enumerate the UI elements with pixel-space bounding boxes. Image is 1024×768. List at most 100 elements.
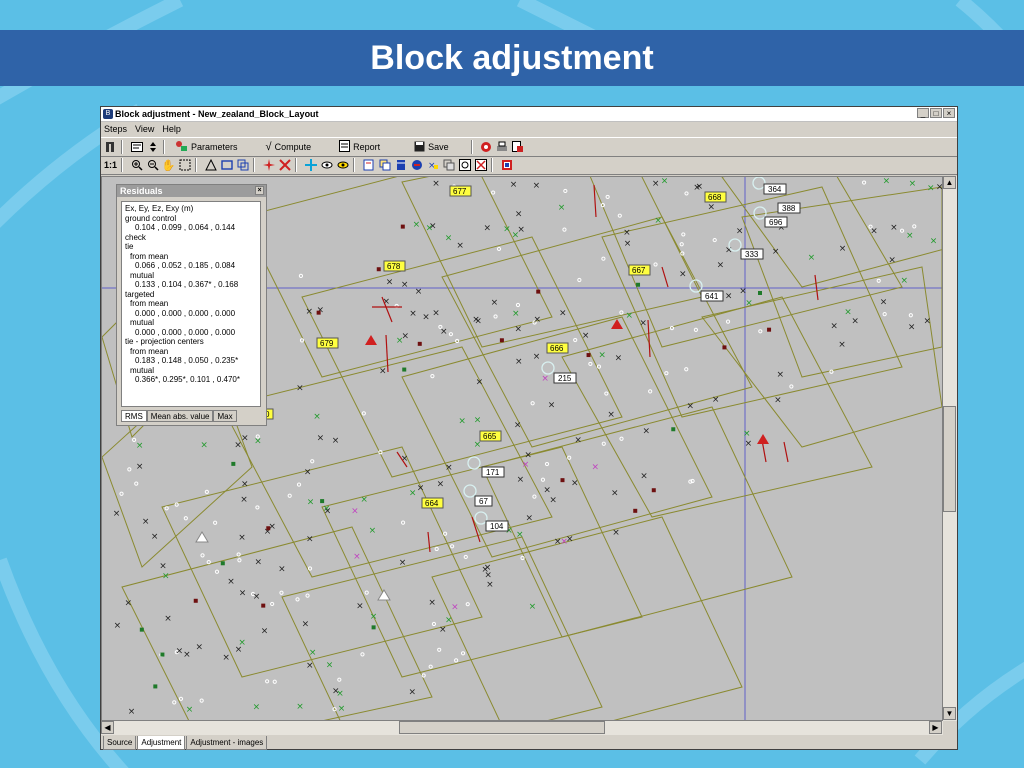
tie-point-mark: × <box>313 412 321 422</box>
compute-button[interactable]: √ Compute <box>266 141 312 153</box>
scroll-right-button[interactable]: ▶ <box>929 721 942 734</box>
scroll-left-button[interactable]: ◀ <box>101 721 114 734</box>
tie-point-mark <box>463 554 468 560</box>
tie-point-mark <box>400 520 406 525</box>
window-title: Block adjustment - New_zealand_Block_Lay… <box>115 109 319 119</box>
zoom-one-to-one-button[interactable]: 1:1 <box>104 159 117 172</box>
tie-point-mark <box>139 627 144 632</box>
tie-point-mark: × <box>686 401 694 411</box>
tie-point-mark <box>688 479 693 484</box>
menu-steps[interactable]: Steps <box>104 124 127 134</box>
tab-max[interactable]: Max <box>213 410 237 422</box>
horizontal-scroll-thumb[interactable] <box>399 721 605 734</box>
close-icon[interactable]: × <box>255 186 264 195</box>
point-marker-icon[interactable]: × <box>426 159 439 172</box>
tie-point-mark: × <box>484 223 492 233</box>
tie-point-mark: × <box>422 312 430 322</box>
tie-point-mark <box>758 290 763 295</box>
zoom-in-icon[interactable] <box>130 159 143 172</box>
tie-point-mark <box>651 488 656 493</box>
tie-pc-mutual-values: 0.366*, 0.295*, 0.101 , 0.470* <box>135 375 240 384</box>
tie-point-mark: × <box>512 231 520 241</box>
tie-point-mark: × <box>529 602 537 612</box>
tie-point-mark <box>882 311 887 317</box>
tab-source[interactable]: Source <box>103 736 137 750</box>
overlap-frames-icon[interactable] <box>236 159 249 172</box>
burst-icon[interactable] <box>262 159 275 172</box>
refresh-icon[interactable] <box>480 141 493 154</box>
tie-point-mark <box>270 601 275 607</box>
tie-point-mark <box>153 684 158 689</box>
tie-point-mark <box>684 191 689 196</box>
print-icon[interactable] <box>496 141 509 154</box>
tie-point-mark <box>231 461 236 466</box>
tie-point-mark <box>206 560 211 565</box>
tie-point-mark <box>320 499 325 504</box>
globe-icon[interactable] <box>410 159 423 172</box>
report-icon <box>339 140 351 154</box>
report-button[interactable]: Report <box>339 140 380 154</box>
tie-point-mark: × <box>900 276 908 286</box>
vertical-scrollbar[interactable]: ▲ ▼ <box>943 176 957 721</box>
steps-icon[interactable] <box>104 141 117 154</box>
tie-point-mark: × <box>514 325 522 335</box>
image-frame-icon[interactable] <box>220 159 233 172</box>
menu-view[interactable]: View <box>135 124 154 134</box>
edit-doc-icon[interactable] <box>362 159 375 172</box>
layers-icon[interactable] <box>500 159 513 172</box>
eye-color-icon[interactable] <box>336 159 349 172</box>
tie-point-mark <box>199 698 204 703</box>
red-cross-icon[interactable] <box>278 159 291 172</box>
pan-hand-icon[interactable]: ✋ <box>162 159 176 172</box>
menu-help[interactable]: Help <box>162 124 181 134</box>
tie-point-mark: × <box>304 468 312 478</box>
close-button[interactable]: × <box>943 108 955 118</box>
tie-point-mark: × <box>517 475 525 485</box>
triangle-icon[interactable] <box>204 159 217 172</box>
crosshair-plus-icon[interactable] <box>304 159 317 172</box>
tie-point-mark: × <box>661 177 669 187</box>
targeted-from-mean-label: from mean <box>130 299 169 308</box>
tie-point-mark <box>465 602 470 607</box>
maximize-button[interactable]: □ <box>930 108 942 118</box>
horizontal-scrollbar[interactable]: ◀ ▶ <box>101 721 943 735</box>
frame-shift-icon[interactable] <box>442 159 455 172</box>
select-rectangle-icon[interactable] <box>178 159 191 172</box>
tie-point-mark <box>567 455 572 460</box>
compute-label: Compute <box>274 142 312 152</box>
export-icon[interactable] <box>512 141 525 154</box>
tab-adjustment-images[interactable]: Adjustment - images <box>186 736 268 750</box>
list-icon[interactable] <box>130 141 143 154</box>
scroll-up-button[interactable]: ▲ <box>943 176 956 189</box>
tie-point-mark <box>279 590 284 595</box>
tie-point-mark <box>272 679 277 684</box>
tab-adjustment[interactable]: Adjustment <box>137 736 186 750</box>
tie-pc-mutual-label: mutual <box>130 365 155 375</box>
parameters-button[interactable]: Parameters <box>175 140 238 154</box>
sort-icon[interactable] <box>146 141 159 154</box>
tie-point-mark <box>617 213 622 218</box>
eye-icon[interactable] <box>320 159 333 172</box>
toolbar-separator <box>121 158 123 172</box>
database-icon[interactable] <box>394 159 407 172</box>
tie-point-mark <box>132 437 137 442</box>
tie-point-mark: × <box>338 704 346 714</box>
scroll-down-button[interactable]: ▼ <box>943 707 956 720</box>
tie-point-mark: × <box>332 436 340 446</box>
tab-rms[interactable]: RMS <box>121 410 147 422</box>
tie-point-mark <box>127 467 132 472</box>
residuals-panel-title[interactable]: Residuals × <box>117 185 266 197</box>
toolbar-separator <box>121 140 123 154</box>
vertical-scroll-thumb[interactable] <box>943 406 956 512</box>
copy-doc-icon[interactable] <box>378 159 391 172</box>
refresh-view-icon[interactable] <box>458 159 471 172</box>
tie-point-mark: × <box>426 223 434 233</box>
window-titlebar[interactable]: B Block adjustment - New_zealand_Block_L… <box>101 107 957 122</box>
remove-frame-icon[interactable] <box>474 159 487 172</box>
save-button[interactable]: Save <box>414 141 449 154</box>
minimize-button[interactable]: _ <box>917 108 929 118</box>
tie-point-mark <box>430 373 435 379</box>
tab-mean-abs-value[interactable]: Mean abs. value <box>146 410 214 422</box>
zoom-out-icon[interactable] <box>146 159 159 172</box>
tie-point-mark: × <box>445 616 453 626</box>
